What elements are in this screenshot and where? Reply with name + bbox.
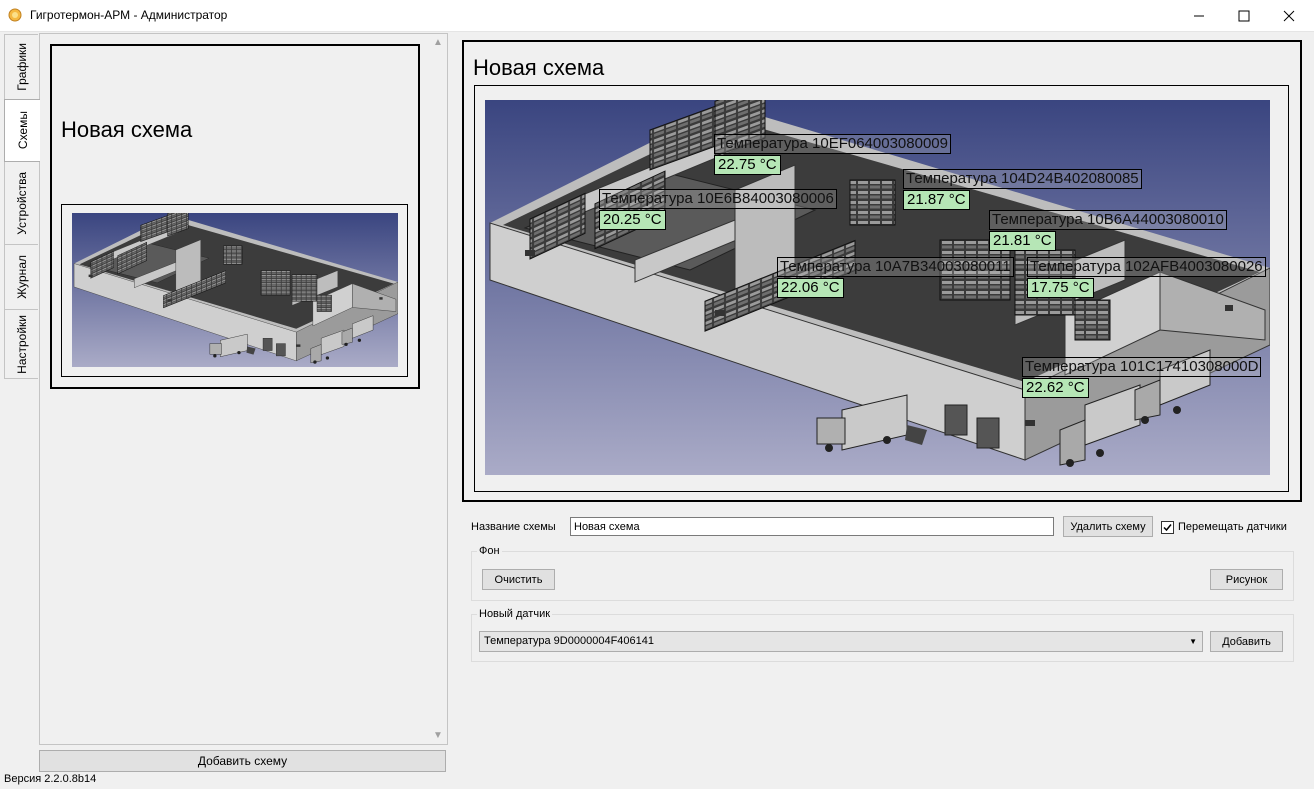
sensor-value: 22.75 °C — [714, 155, 781, 175]
sensor-name: Температура 10EF064003080009 — [714, 134, 951, 154]
vertical-tab-bar: Графики Схемы Устройства Журнал Настройк… — [4, 34, 40, 379]
minimize-icon — [1194, 15, 1204, 16]
scheme-card[interactable]: Новая схема — [50, 44, 420, 389]
sensor-name: Температура 102AFB4003080026 — [1027, 257, 1266, 277]
sensor-name: Температура 10A7B34003080011 — [777, 257, 1014, 277]
sensor-value: 17.75 °C — [1027, 278, 1094, 298]
new-sensor-select-value: Температура 9D0000004F406141 — [484, 635, 654, 647]
delete-scheme-button[interactable]: Удалить схему — [1063, 516, 1153, 537]
scheme-name-input[interactable]: Новая схема — [570, 517, 1054, 536]
sensor-layer: Температура 10EF064003080009 22.75 °C Темп… — [485, 100, 1270, 475]
background-group — [471, 551, 1294, 601]
tab-devices[interactable]: Устройства — [4, 161, 38, 245]
new-sensor-select[interactable]: Температура 9D0000004F406141 ▼ — [479, 631, 1203, 652]
add-sensor-button[interactable]: Добавить — [1210, 631, 1283, 652]
title-bar: Гигротермон-АРМ - Администратор — [0, 0, 1314, 32]
sensor-name: Температура 101C17410308000D — [1022, 357, 1262, 377]
sensor-value: 22.62 °C — [1022, 378, 1089, 398]
sensor-name: Температура 10B6A44003080010 — [989, 210, 1227, 230]
sensor-name: Температура 10E6B84003080006 — [599, 189, 837, 209]
chevron-down-icon: ▼ — [1189, 637, 1197, 646]
sensor-value: 20.25 °C — [599, 210, 666, 230]
move-sensors-checkbox[interactable] — [1161, 521, 1174, 534]
sensor-value: 22.06 °C — [777, 278, 844, 298]
scheme-card-title: Новая схема — [61, 117, 193, 142]
sensor-value: 21.81 °C — [989, 231, 1056, 251]
sensor-widget[interactable]: Температура 101C17410308000D 22.62 °C — [1022, 357, 1262, 398]
app-icon — [8, 8, 22, 22]
sensor-widget[interactable]: Температура 10B6A44003080010 21.81 °C — [989, 210, 1227, 251]
scheme-name-label: Название схемы — [471, 521, 556, 533]
scheme-editor-card: Новая схема Температура 10EF064003080009… — [462, 40, 1302, 502]
sensor-name: Температура 104D24B402080085 — [903, 169, 1142, 189]
clear-background-button[interactable]: Очистить — [482, 569, 555, 590]
new-sensor-group-title: Новый датчик — [477, 608, 553, 620]
scheme-list-panel: Новая схема ▲ ▼ — [39, 33, 448, 745]
choose-picture-button[interactable]: Рисунок — [1210, 569, 1283, 590]
sensor-widget[interactable]: Температура 102AFB4003080026 17.75 °C — [1027, 257, 1266, 298]
add-scheme-button[interactable]: Добавить схему — [39, 750, 446, 772]
scheme-thumbnail — [72, 213, 398, 367]
maximize-icon — [1238, 10, 1250, 21]
scroll-down-icon[interactable]: ▼ — [433, 730, 443, 741]
maximize-button[interactable] — [1221, 0, 1267, 31]
scheme-canvas-frame: Температура 10EF064003080009 22.75 °C Темп… — [474, 85, 1289, 492]
sensor-value: 21.87 °C — [903, 190, 970, 210]
scheme-title: Новая схема — [473, 55, 605, 80]
sensor-widget[interactable]: Температура 104D24B402080085 21.87 °C — [903, 169, 1142, 210]
sensor-widget[interactable]: Температура 10A7B34003080011 22.06 °C — [777, 257, 1014, 298]
tab-charts[interactable]: Графики — [4, 34, 38, 100]
minimize-button[interactable] — [1176, 0, 1222, 31]
tab-log[interactable]: Журнал — [4, 244, 38, 310]
scheme-list-scrollbar[interactable]: ▲ ▼ — [430, 34, 447, 744]
scheme-canvas[interactable]: Температура 10EF064003080009 22.75 °C Темп… — [485, 100, 1270, 475]
window-title: Гигротермон-АРМ - Администратор — [30, 8, 228, 22]
move-sensors-label: Перемещать датчики — [1178, 521, 1287, 533]
checkmark-icon — [1163, 524, 1172, 532]
tab-schemes[interactable]: Схемы — [4, 99, 40, 162]
scheme-thumbnail-frame — [61, 204, 408, 377]
scroll-up-icon[interactable]: ▲ — [433, 37, 443, 48]
close-icon — [1283, 10, 1295, 21]
sensor-widget[interactable]: Температура 10E6B84003080006 20.25 °C — [599, 189, 837, 230]
background-group-title: Фон — [477, 545, 502, 557]
version-label: Версия 2.2.0.8b14 — [4, 773, 97, 785]
tab-settings[interactable]: Настройки — [4, 309, 38, 379]
close-button[interactable] — [1266, 0, 1312, 31]
